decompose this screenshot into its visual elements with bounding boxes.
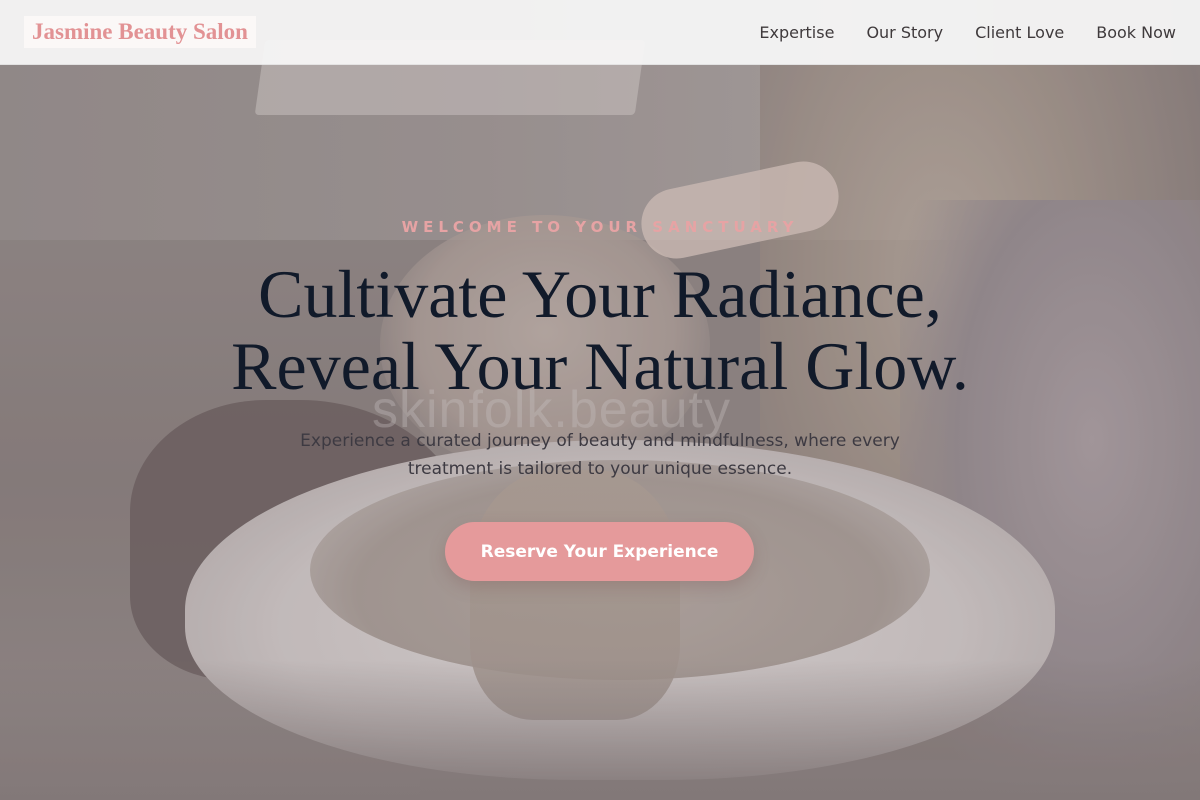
hero-eyebrow: WELCOME TO YOUR SANCTUARY xyxy=(401,218,799,236)
hero-subtext-line-2: treatment is tailored to your unique ess… xyxy=(407,459,793,479)
hero-headline-line-1: Cultivate Your Radiance, xyxy=(258,256,942,332)
hero-subtext-line-1: Experience a curated journey of beauty a… xyxy=(300,431,900,451)
hero-headline: Cultivate Your Radiance, Reveal Your Nat… xyxy=(100,258,1100,402)
hero-headline-line-2: Reveal Your Natural Glow. xyxy=(231,328,969,404)
hero-section: WELCOME TO YOUR SANCTUARY Cultivate Your… xyxy=(0,0,1200,800)
hero-subtext: Experience a curated journey of beauty a… xyxy=(270,427,930,483)
reserve-experience-button[interactable]: Reserve Your Experience xyxy=(445,522,754,581)
